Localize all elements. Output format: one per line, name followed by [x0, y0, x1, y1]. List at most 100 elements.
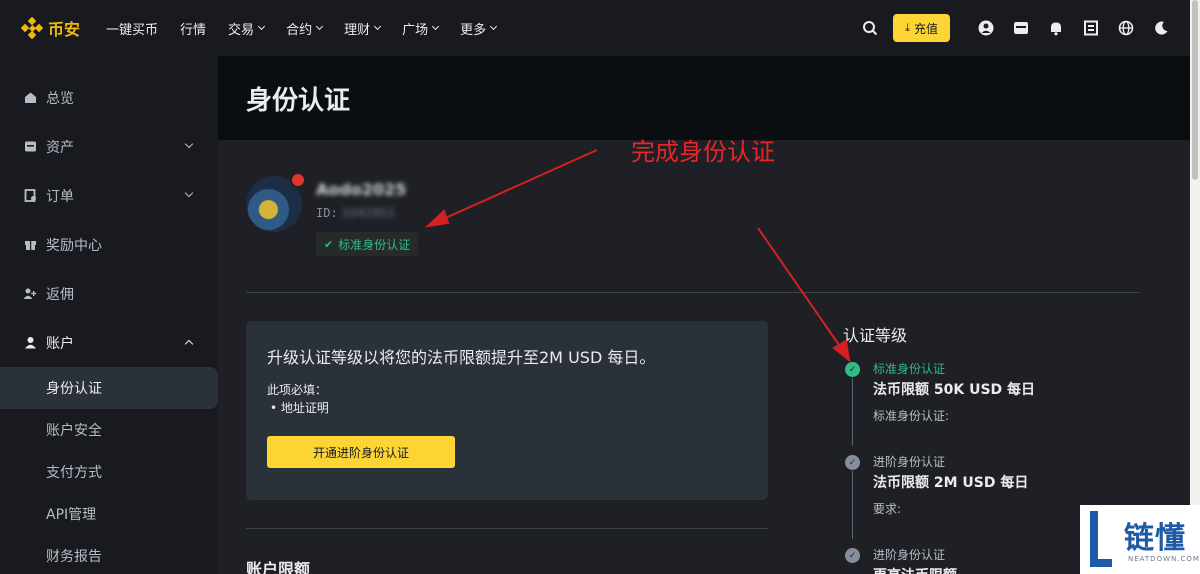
level-limit: 更高法币限额	[873, 565, 957, 574]
reward-icon	[22, 237, 38, 253]
sidebar-item-orders[interactable]: 订单	[0, 171, 218, 220]
download-icon: ⤓	[905, 21, 910, 34]
arrow-line	[431, 149, 598, 225]
wallet-icon[interactable]	[1012, 19, 1030, 37]
nav-label: 广场	[402, 22, 429, 38]
order-icon	[22, 188, 38, 204]
level-label: 进阶身份认证	[873, 548, 946, 562]
main-nav: 一键买币 行情 交易 合约 理财 广场 更多	[106, 19, 518, 38]
wallet-icon	[22, 139, 38, 155]
start-advanced-verification-button[interactable]: 开通进阶身份认证	[267, 436, 455, 468]
top-right-actions: ⤓ 充值	[844, 0, 1200, 56]
account-icon	[22, 335, 38, 351]
chevron-up-icon	[184, 339, 194, 349]
verification-status-badge: ✔ 标准身份认证	[316, 232, 419, 256]
sidebar-item-assets[interactable]: 资产	[0, 122, 218, 171]
chevron-down-icon	[432, 22, 440, 31]
upgrade-card-title: 升级认证等级以将您的法币限额提升至2M USD 每日。	[267, 348, 656, 367]
page-scrollbar[interactable]	[1190, 0, 1200, 574]
annotation-text: 完成身份认证	[631, 138, 775, 166]
sidebar-item-rewards[interactable]: 奖励中心	[0, 220, 218, 269]
sidebar-subitem-label: 账户安全	[46, 423, 102, 439]
nav-label: 行情	[180, 22, 207, 38]
nav-markets[interactable]: 行情	[180, 19, 206, 38]
user-id-value: 1042951	[342, 206, 396, 220]
top-navbar: 币安 一键买币 行情 交易 合约 理财 广场 更多 ⤓ 充值	[0, 0, 1200, 56]
chevron-down-icon	[490, 22, 498, 31]
sidebar-item-label: 资产	[46, 139, 74, 156]
sidebar-subitem-label: 财务报告	[46, 549, 102, 565]
download-qr-icon[interactable]	[1082, 19, 1100, 37]
sidebar-subitem-identity[interactable]: 身份认证	[0, 367, 218, 409]
chevron-down-icon	[184, 139, 194, 149]
sidebar-item-label: 订单	[46, 188, 74, 205]
user-id-label: ID:	[316, 206, 338, 220]
requirement-label: 此项必填：	[267, 383, 328, 397]
check-circle-icon: ✓	[845, 362, 860, 377]
sidebar-item-overview[interactable]: 总览	[0, 73, 218, 122]
requirement-text: 地址证明	[280, 401, 329, 415]
check-circle-icon: ✓	[845, 455, 860, 470]
chevron-down-icon	[258, 22, 266, 31]
page-header: 身份认证	[218, 56, 1190, 140]
deposit-label: 充值	[913, 21, 938, 36]
globe-icon[interactable]	[1117, 19, 1135, 37]
divider	[246, 528, 768, 529]
check-circle-icon: ✓	[845, 548, 860, 563]
sidebar-subitem-reports[interactable]: 财务报告	[0, 535, 218, 574]
level-limit: 法币限额 50K USD 每日	[873, 382, 1036, 398]
nav-trade[interactable]: 交易	[228, 19, 266, 38]
nav-buy-crypto[interactable]: 一键买币	[106, 19, 158, 38]
nav-square[interactable]: 广场	[402, 19, 440, 38]
brand-logo[interactable]: 币安	[20, 16, 81, 40]
sidebar-item-label: 返佣	[46, 286, 74, 303]
home-icon	[22, 90, 38, 106]
avatar-badge	[290, 172, 306, 188]
account-limits-title: 账户限额	[246, 560, 311, 574]
sidebar-item-label: 账户	[46, 335, 74, 352]
sidebar-item-label: 奖励中心	[46, 237, 102, 254]
upgrade-card: 升级认证等级以将您的法币限额提升至2M USD 每日。 此项必填： • 地址证明…	[246, 321, 768, 500]
verification-levels-title: 认证等级	[843, 326, 908, 345]
nav-futures[interactable]: 合约	[286, 19, 324, 38]
sidebar-item-referral[interactable]: 返佣	[0, 269, 218, 318]
nav-label: 更多	[460, 22, 487, 38]
moon-icon[interactable]	[1152, 19, 1170, 37]
deposit-button[interactable]: ⤓ 充值	[893, 14, 950, 42]
level-limit: 法币限额 2M USD 每日	[873, 475, 1029, 491]
check-icon: ✔	[324, 237, 334, 251]
sidebar-subitem-security[interactable]: 账户安全	[0, 409, 218, 451]
sidebar-subitem-label: 支付方式	[46, 465, 102, 481]
username: Aodo2025	[316, 180, 407, 199]
requirement-item: • 地址证明	[270, 401, 329, 415]
bell-icon[interactable]	[1047, 19, 1065, 37]
sidebar: 总览 资产 订单 奖励中心 返佣 账户 身份认证 账户安全 支付方式 API管理…	[0, 56, 218, 574]
timeline-line	[852, 378, 853, 446]
sidebar-item-account[interactable]: 账户	[0, 318, 218, 367]
sidebar-subitem-api[interactable]: API管理	[0, 493, 218, 535]
nav-label: 一键买币	[106, 22, 159, 38]
binance-logo-icon	[20, 16, 44, 40]
search-icon[interactable]	[861, 19, 879, 37]
referral-icon	[22, 286, 38, 302]
divider	[246, 292, 1140, 293]
arrow-head	[424, 209, 450, 228]
nav-label: 理财	[344, 22, 371, 38]
sidebar-subitem-payment[interactable]: 支付方式	[0, 451, 218, 493]
sidebar-subitem-label: 身份认证	[46, 381, 102, 397]
chevron-down-icon	[184, 188, 194, 198]
user-icon[interactable]	[977, 19, 995, 37]
nav-label: 合约	[286, 22, 313, 38]
nav-earn[interactable]: 理财	[344, 19, 382, 38]
watermark-logo: 链懂 NEATDOWN.COM	[1080, 505, 1200, 574]
status-text: 标准身份认证	[338, 237, 411, 252]
page-title: 身份认证	[246, 86, 351, 116]
level-label: 进阶身份认证	[873, 455, 946, 469]
nav-more[interactable]: 更多	[460, 19, 498, 38]
watermark-subtext: NEATDOWN.COM	[1128, 555, 1200, 563]
level-label: 标准身份认证	[873, 362, 946, 376]
nav-label: 交易	[228, 22, 255, 38]
brand-name: 币安	[48, 20, 81, 39]
watermark-text: 链懂	[1124, 521, 1186, 556]
scrollbar-thumb[interactable]	[1192, 0, 1198, 180]
